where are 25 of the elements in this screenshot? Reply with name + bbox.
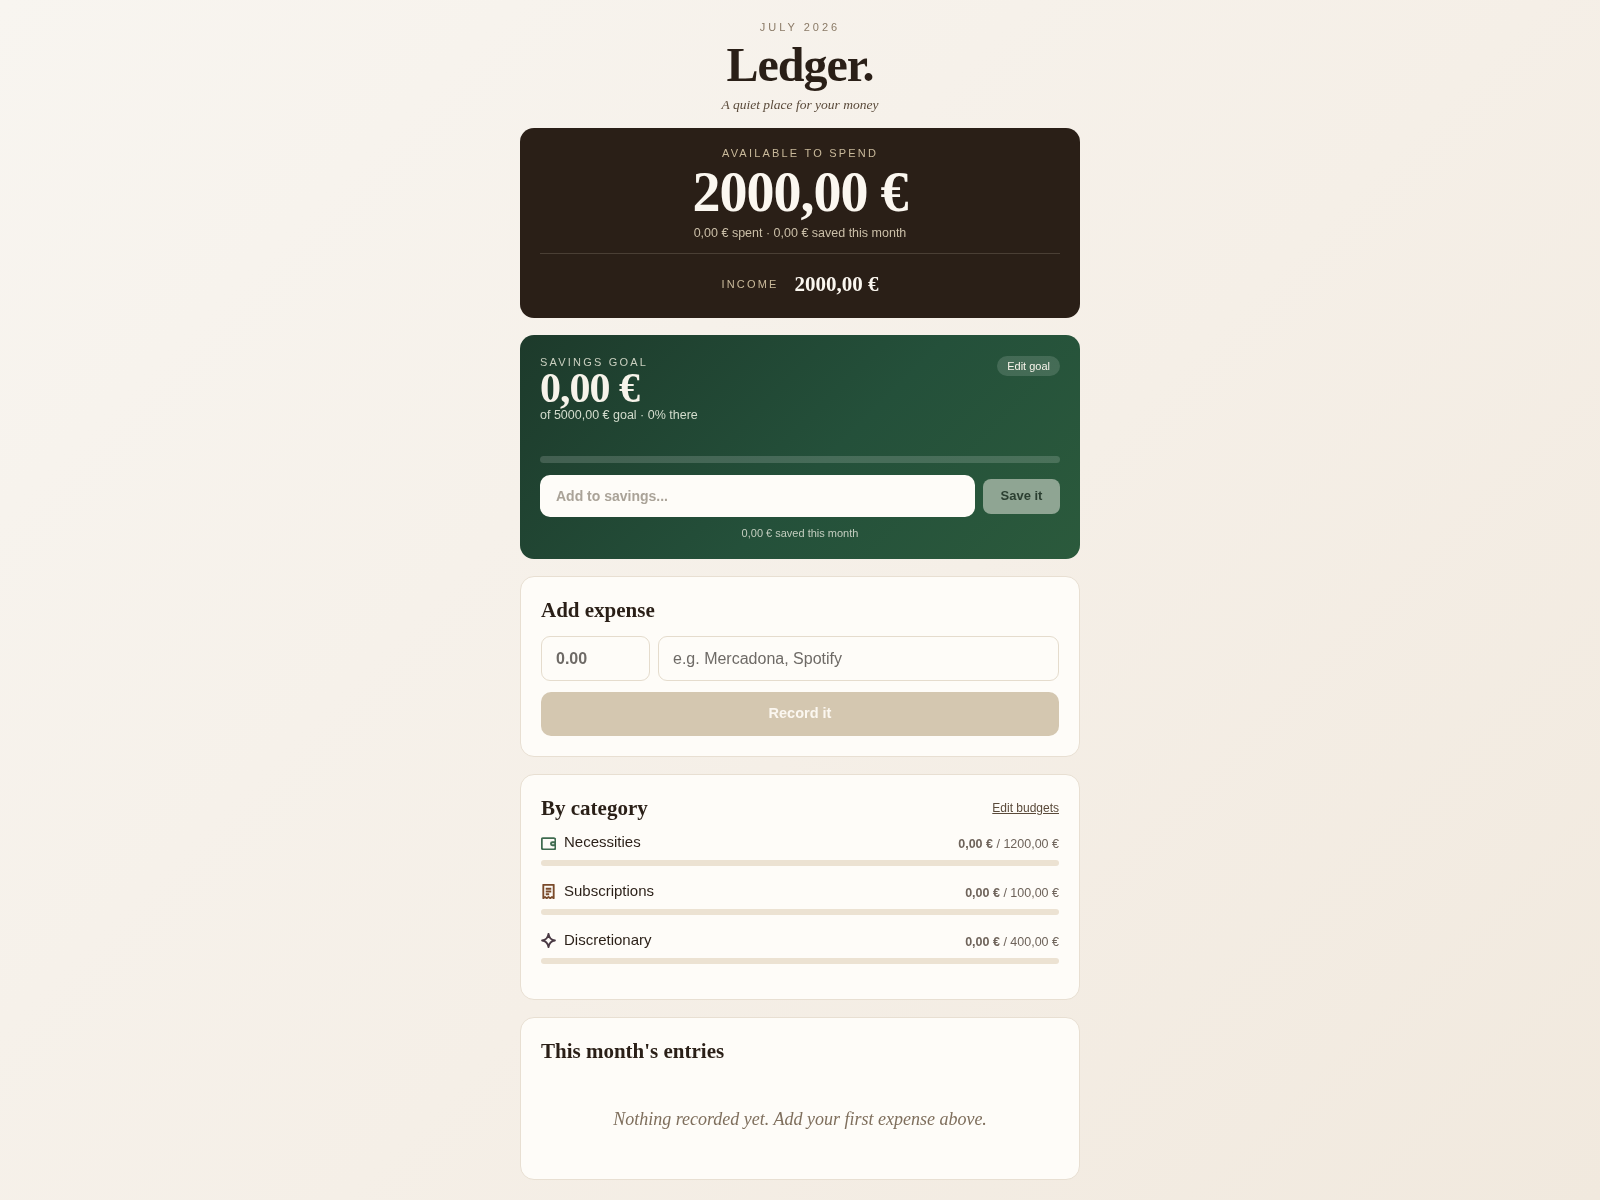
empty-state-message: Nothing recorded yet. Add your first expense above.: [613, 1108, 987, 1131]
category-name: Discretionary: [564, 930, 652, 950]
category-amount: 0,00 € / 100,00 €: [965, 885, 1059, 901]
saved-caption: 0,00 € saved this month: [741, 526, 859, 541]
spending-summary: 0,00 € spent · 0,00 € saved this month: [693, 225, 907, 242]
section-title: By category: [541, 795, 648, 821]
goal-summary: of 5000,00 € goal · 0% there: [540, 408, 698, 424]
tagline: A quiet place for your money: [720, 96, 880, 114]
income-label: INCOME: [721, 277, 779, 291]
available-label: AVAILABLE TO SPEND: [720, 146, 880, 160]
category-amount: 0,00 € / 400,00 €: [965, 934, 1059, 950]
edit-goal-button[interactable]: Edit goal: [997, 356, 1060, 376]
app-title: Ledger.: [725, 37, 875, 93]
category-name: Subscriptions: [564, 881, 655, 901]
description-input[interactable]: e.g. Mercadona, Spotify: [658, 636, 1059, 681]
month-label: JULY 2026: [758, 20, 842, 34]
available-amount: 2000,00 €: [692, 160, 908, 224]
amount-input[interactable]: 0.00: [541, 636, 650, 681]
section-title: Add expense: [541, 597, 655, 623]
edit-budgets-link[interactable]: Edit budgets: [992, 799, 1059, 817]
savings-input[interactable]: Add to savings...: [540, 475, 975, 517]
section-title: This month's entries: [541, 1038, 725, 1064]
category-name: Necessities: [564, 832, 641, 852]
income-amount: 2000,00 €: [794, 271, 879, 297]
category-amount: 0,00 € / 1200,00 €: [958, 836, 1059, 852]
